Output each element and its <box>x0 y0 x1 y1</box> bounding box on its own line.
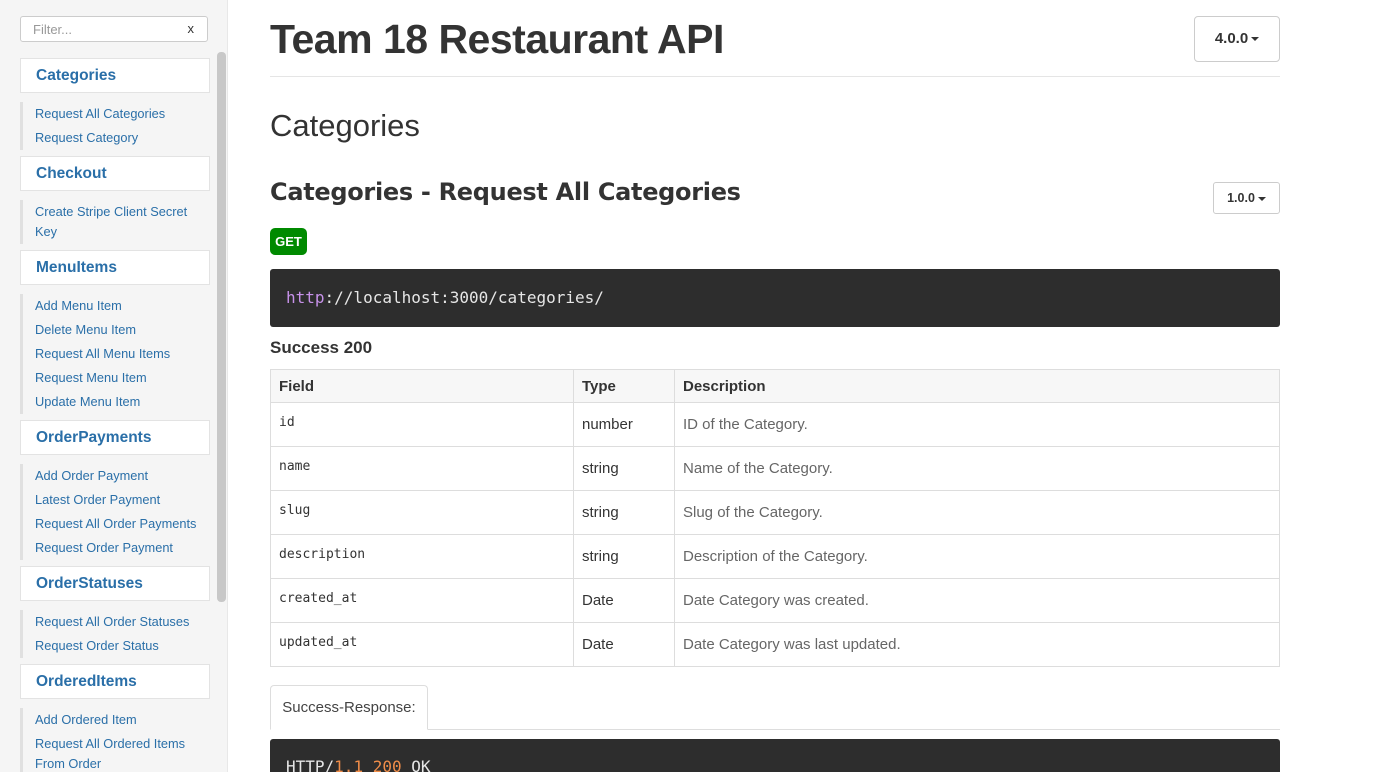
nav-link[interactable]: Request All Categories <box>35 102 210 126</box>
endpoint-version-dropdown[interactable]: 1.0.0 <box>1213 182 1280 214</box>
field-description: Date Category was last updated. <box>674 622 1280 667</box>
nav-link[interactable]: Request All Order Payments <box>35 512 210 536</box>
sidebar: x Categories Request All Categories Requ… <box>0 0 228 772</box>
nav-link[interactable]: Add Order Payment <box>35 464 210 488</box>
field-name: slug <box>270 490 574 535</box>
field-type: string <box>573 446 675 491</box>
url-path: ://localhost:3000/categories/ <box>324 288 604 307</box>
nav-list: Add Menu Item Delete Menu Item Request A… <box>20 294 210 414</box>
nav-link[interactable]: Update Menu Item <box>35 390 210 414</box>
nav-group-checkout: Checkout Create Stripe Client Secret Key <box>20 156 210 244</box>
field-description: Description of the Category. <box>674 534 1280 579</box>
table-row: description string Description of the Ca… <box>270 534 1280 579</box>
success-heading: Success 200 <box>270 338 373 357</box>
nav-link[interactable]: Request All Ordered Items From Order <box>35 732 210 772</box>
field-name: updated_at <box>270 622 574 667</box>
nav-link[interactable]: Delete Menu Item <box>35 318 210 342</box>
nav-link[interactable]: Add Menu Item <box>35 294 210 318</box>
filter-input[interactable] <box>21 17 181 41</box>
nav-header-categories[interactable]: Categories <box>20 58 210 93</box>
nav-link[interactable]: Add Ordered Item <box>35 708 210 732</box>
column-header-description: Description <box>674 369 1280 403</box>
nav-list: Add Order Payment Latest Order Payment R… <box>20 464 210 560</box>
caret-down-icon <box>1257 196 1266 201</box>
caret-down-icon <box>1251 37 1260 42</box>
nav-header-orderstatuses[interactable]: OrderStatuses <box>20 566 210 601</box>
nav-link[interactable]: Request Menu Item <box>35 366 210 390</box>
sidebar-nav: Categories Request All Categories Reques… <box>20 58 210 772</box>
nav-list: Request All Categories Request Category <box>20 102 210 150</box>
filter-clear-button[interactable]: x <box>188 21 195 36</box>
field-description: ID of the Category. <box>674 402 1280 447</box>
nav-list: Add Ordered Item Request All Ordered Ite… <box>20 708 210 772</box>
field-name: description <box>270 534 574 579</box>
nav-link[interactable]: Latest Order Payment <box>35 488 210 512</box>
sidebar-scrollbar[interactable] <box>217 52 226 602</box>
fields-table: Field Type Description id number ID of t… <box>270 369 1280 667</box>
field-name: id <box>270 402 574 447</box>
endpoint-version-label: 1.0.0 <box>1227 191 1255 205</box>
nav-list: Request All Order Statuses Request Order… <box>20 610 210 658</box>
table-row: name string Name of the Category. <box>270 446 1280 491</box>
field-description: Slug of the Category. <box>674 490 1280 535</box>
field-description: Date Category was created. <box>674 578 1280 623</box>
page-title: Team 18 Restaurant API <box>270 16 724 62</box>
filter-box: x <box>20 16 208 42</box>
endpoint-url: http://localhost:3000/categories/ <box>270 269 1280 327</box>
field-description: Name of the Category. <box>674 446 1280 491</box>
nav-header-checkout[interactable]: Checkout <box>20 156 210 191</box>
api-version-dropdown[interactable]: 4.0.0 <box>1194 16 1280 62</box>
nav-header-ordereditems[interactable]: OrderedItems <box>20 664 210 699</box>
section-title: Categories <box>270 108 420 143</box>
tab-success-response[interactable]: Success-Response: <box>270 685 428 730</box>
api-version-label: 4.0.0 <box>1214 30 1249 47</box>
response-http-version: 1.1 <box>334 757 364 772</box>
field-type: Date <box>573 622 675 667</box>
nav-header-menuitems[interactable]: MenuItems <box>20 250 210 285</box>
table-row: created_at Date Date Category was create… <box>270 578 1280 623</box>
column-header-field: Field <box>270 369 574 403</box>
nav-group-categories: Categories Request All Categories Reques… <box>20 58 210 150</box>
field-type: string <box>573 534 675 579</box>
nav-link[interactable]: Request Order Status <box>35 634 210 658</box>
field-type: string <box>573 490 675 535</box>
main-content: Team 18 Restaurant API 4.0.0 Categories … <box>270 0 1280 772</box>
nav-link[interactable]: Create Stripe Client Secret Key <box>35 200 210 244</box>
response-tab-bar: Success-Response: <box>270 685 1280 730</box>
column-header-type: Type <box>573 369 675 403</box>
field-name: name <box>270 446 574 491</box>
table-row: id number ID of the Category. <box>270 402 1280 447</box>
response-example: HTTP/1.1 200 OK <box>270 739 1280 772</box>
table-row: updated_at Date Date Category was last u… <box>270 622 1280 667</box>
nav-group-orderpayments: OrderPayments Add Order Payment Latest O… <box>20 420 210 560</box>
nav-link[interactable]: Request All Order Statuses <box>35 610 210 634</box>
divider <box>270 76 1280 77</box>
table-header-row: Field Type Description <box>270 369 1280 403</box>
field-type: number <box>573 402 675 447</box>
response-protocol: HTTP/ <box>286 757 335 772</box>
nav-group-ordereditems: OrderedItems Add Ordered Item Request Al… <box>20 664 210 772</box>
field-name: created_at <box>270 578 574 623</box>
url-scheme: http <box>286 288 325 307</box>
field-type: Date <box>573 578 675 623</box>
nav-header-orderpayments[interactable]: OrderPayments <box>20 420 210 455</box>
nav-link[interactable]: Request Order Payment <box>35 536 210 560</box>
nav-list: Create Stripe Client Secret Key <box>20 200 210 244</box>
response-status-code: 200 <box>372 757 402 772</box>
response-status-text: OK <box>411 757 431 772</box>
nav-group-orderstatuses: OrderStatuses Request All Order Statuses… <box>20 566 210 658</box>
method-badge: GET <box>270 228 307 255</box>
nav-link[interactable]: Request Category <box>35 126 210 150</box>
nav-group-menuitems: MenuItems Add Menu Item Delete Menu Item… <box>20 250 210 414</box>
endpoint-title: Categories - Request All Categories <box>270 178 741 206</box>
nav-link[interactable]: Request All Menu Items <box>35 342 210 366</box>
table-row: slug string Slug of the Category. <box>270 490 1280 535</box>
